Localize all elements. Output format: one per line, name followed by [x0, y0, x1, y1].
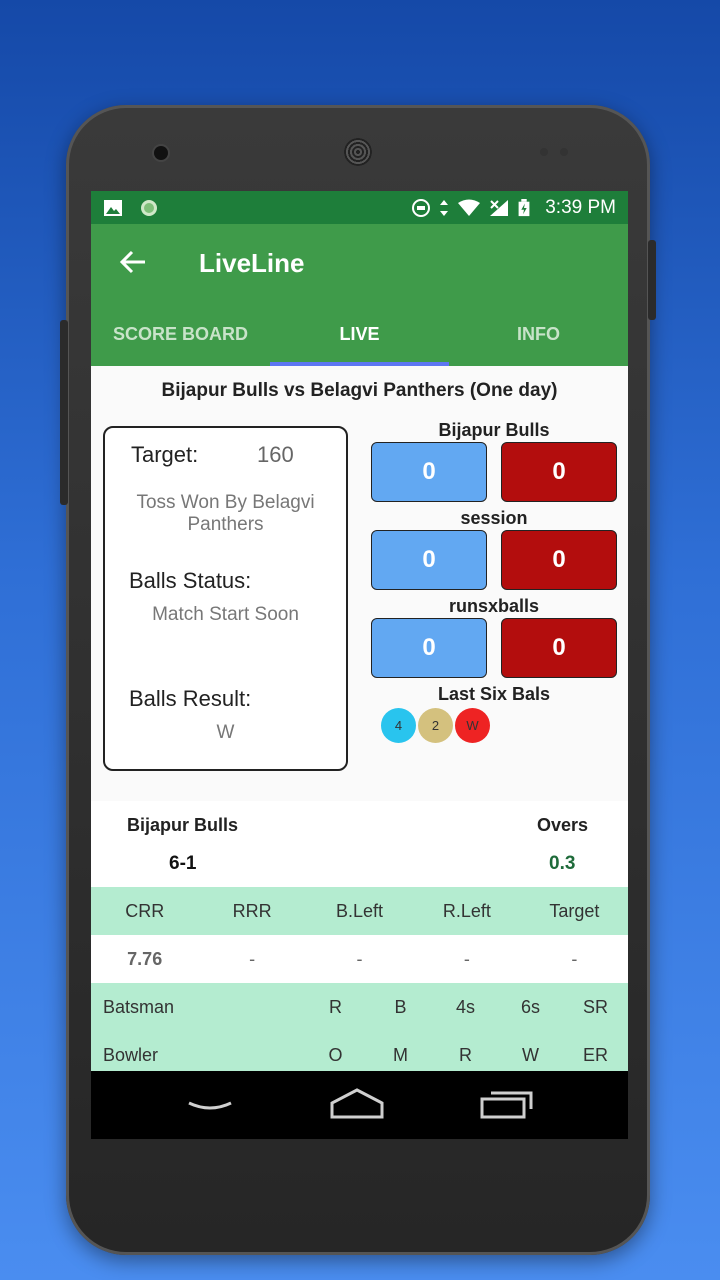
runsxballs-lay-box: 0 [501, 618, 617, 678]
data-arrows-icon [440, 199, 449, 216]
nav-back-chevron-icon[interactable] [187, 1091, 233, 1119]
info-card: Target: 160 Toss Won By Belagvi Panthers… [103, 426, 348, 771]
rate-lay-box: 0 [501, 442, 617, 502]
status-time: 3:39 PM [545, 196, 616, 218]
last-ball-2: 2 [418, 708, 453, 743]
last-ball-3: W [455, 708, 490, 743]
balls-status-label: Balls Status: [129, 568, 252, 593]
rate-row-session: 0 0 [371, 530, 617, 590]
batsman-col-runs: R [329, 996, 342, 1017]
balls-result-label: Balls Result: [129, 686, 252, 711]
screen: 3:39 PM LiveLine SCORE BOARD LIVE INFO B… [91, 191, 628, 1139]
batsman-col-sixes: 6s [520, 996, 540, 1017]
balls-status-value: Match Start Soon [152, 604, 299, 625]
nav-recents-icon[interactable] [479, 1087, 535, 1121]
app-notification-icon [141, 199, 157, 216]
match-title: Bijapur Bulls vs Belagvi Panthers (One d… [161, 380, 558, 401]
proximity-sensor [540, 148, 548, 156]
batsman-col-strike-rate: SR [582, 996, 608, 1017]
stat-value-runs-left: - [463, 948, 470, 969]
tab-bar: SCORE BOARD LIVE INFO [91, 316, 628, 366]
nav-home-icon[interactable] [329, 1087, 385, 1121]
power-button [648, 240, 656, 320]
sync-icon [412, 198, 431, 217]
session-lay-box: 0 [501, 530, 617, 590]
last-six-balls: 4 2 W [371, 708, 617, 743]
target-value: 160 [257, 442, 294, 467]
rate-row-runsxballs: 0 0 [371, 618, 617, 678]
overs-value: 0.3 [549, 853, 576, 874]
last-ball-1: 4 [381, 708, 416, 743]
tab-live[interactable]: LIVE [270, 316, 449, 366]
wifi-icon [458, 199, 481, 216]
batting-team: Bijapur Bulls [127, 815, 239, 835]
earpiece-speaker [344, 138, 372, 166]
stat-header-target: Target [549, 900, 600, 921]
bowler-col-economy: ER [582, 1044, 608, 1065]
runsxballs-back-box: 0 [371, 618, 487, 678]
batsman-header-row: Batsman R B 4s 6s SR [91, 983, 628, 1031]
stats-header: CRR RRR B.Left R.Left Target [91, 887, 628, 935]
live-area: Target: 160 Toss Won By Belagvi Panthers… [91, 418, 628, 801]
last-six-label: Last Six Bals [437, 684, 551, 704]
bowler-col-maidens: M [393, 1044, 408, 1065]
status-bar: 3:39 PM [91, 191, 628, 224]
target-label: Target: [131, 442, 199, 467]
bowler-col-runs: R [459, 1044, 472, 1065]
batsman-col-fours: 4s [455, 996, 475, 1017]
light-sensor [560, 148, 568, 156]
image-notification-icon [104, 199, 122, 216]
toss-text: Toss Won By Belagvi Panthers [136, 492, 315, 535]
stat-value-crr: 7.76 [127, 948, 163, 969]
arrow-left-icon[interactable] [119, 248, 147, 282]
rate-label-runsxballs: runsxballs [448, 596, 540, 616]
signal-icon [490, 199, 509, 216]
score-row: Bijapur Bulls 6-1 Overs 0.3 [91, 801, 628, 887]
balls-result-value: W [216, 722, 235, 743]
batsman-col-balls: B [394, 996, 407, 1017]
stats-values: 7.76 - - - - [91, 935, 628, 983]
stat-header-balls-left: B.Left [336, 900, 384, 921]
rates-panel: Bijapur Bulls 0 0 session 0 0 runsxballs… [371, 418, 617, 743]
bowler-col-wickets: W [522, 1044, 539, 1065]
session-back-box: 0 [371, 530, 487, 590]
bowler-col-overs: O [328, 1044, 343, 1065]
overs-label: Overs [537, 815, 589, 835]
stat-value-target: - [571, 948, 578, 969]
rate-back-box: 0 [371, 442, 487, 502]
rate-row-team: 0 0 [371, 442, 617, 502]
app-bar: LiveLine SCORE BOARD LIVE INFO [91, 224, 628, 366]
rate-label-team: Bijapur Bulls [438, 420, 550, 440]
tab-info[interactable]: INFO [449, 316, 628, 366]
batsman-label: Batsman [103, 996, 175, 1017]
system-nav-bar [91, 1071, 628, 1139]
stat-header-crr: CRR [125, 900, 165, 921]
front-camera [154, 146, 168, 160]
stat-value-rrr: - [249, 948, 256, 969]
tab-score-board[interactable]: SCORE BOARD [91, 316, 270, 366]
rate-label-session: session [460, 508, 528, 528]
stat-header-runs-left: R.Left [442, 900, 491, 921]
bowler-label: Bowler [103, 1044, 159, 1065]
volume-button [60, 320, 68, 505]
team-score: 6-1 [169, 853, 197, 874]
stat-value-balls-left: - [356, 948, 363, 969]
battery-charging-icon [518, 198, 530, 216]
stat-header-rrr: RRR [232, 900, 272, 921]
app-title: LiveLine [199, 248, 305, 278]
